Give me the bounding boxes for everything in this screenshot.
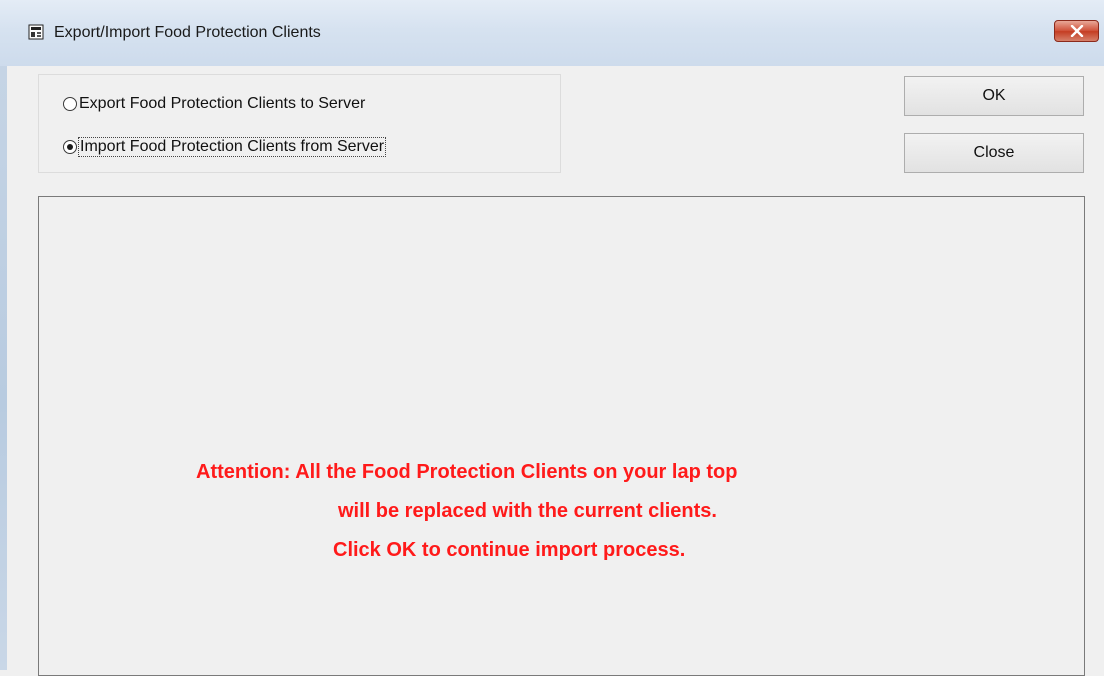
- close-x-icon: [1070, 25, 1084, 37]
- direction-option-group: [38, 74, 561, 173]
- window-title: Export/Import Food Protection Clients: [54, 24, 321, 41]
- import-radio[interactable]: [63, 140, 77, 154]
- attention-message-line-1: Attention: All the Food Protection Clien…: [196, 461, 738, 483]
- ok-button[interactable]: OK: [904, 76, 1084, 116]
- close-button[interactable]: Close: [904, 133, 1084, 173]
- export-option-label: Export Food Protection Clients to Server: [79, 95, 366, 112]
- window-close-button[interactable]: [1054, 20, 1099, 42]
- attention-message-line-2: will be replaced with the current client…: [338, 500, 717, 522]
- window-left-edge: [0, 0, 7, 670]
- attention-message-line-3: Click OK to continue import process.: [333, 539, 686, 561]
- export-option[interactable]: Export Food Protection Clients to Server: [63, 93, 365, 115]
- title-bar[interactable]: Export/Import Food Protection Clients: [0, 0, 1104, 66]
- app-document-icon: [28, 24, 44, 40]
- export-radio[interactable]: [63, 97, 77, 111]
- import-option-label: Import Food Protection Clients from Serv…: [77, 137, 387, 157]
- message-panel: [38, 196, 1085, 676]
- import-option[interactable]: Import Food Protection Clients from Serv…: [63, 136, 387, 158]
